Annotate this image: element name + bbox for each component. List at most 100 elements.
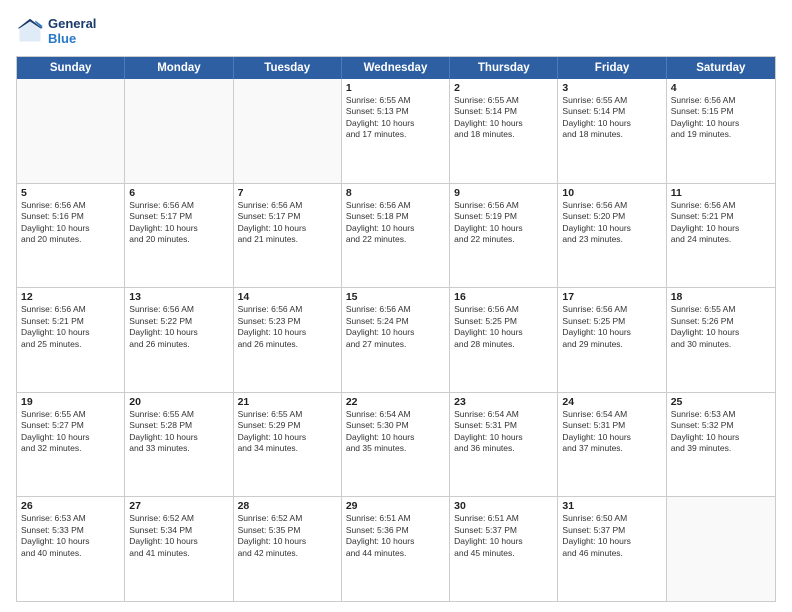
day-cell-9: 9Sunrise: 6:56 AMSunset: 5:19 PMDaylight…	[450, 184, 558, 288]
cell-line: and 22 minutes.	[454, 234, 553, 245]
empty-cell-0-1	[125, 79, 233, 183]
cell-line: Sunrise: 6:54 AM	[346, 409, 445, 420]
day-number: 23	[454, 396, 553, 408]
cell-line: and 37 minutes.	[562, 443, 661, 454]
empty-cell-0-2	[234, 79, 342, 183]
cell-line: Daylight: 10 hours	[129, 536, 228, 547]
day-cell-19: 19Sunrise: 6:55 AMSunset: 5:27 PMDayligh…	[17, 393, 125, 497]
cell-line: Daylight: 10 hours	[454, 432, 553, 443]
cell-line: Sunset: 5:21 PM	[21, 316, 120, 327]
cell-line: and 35 minutes.	[346, 443, 445, 454]
cell-line: Sunset: 5:30 PM	[346, 420, 445, 431]
cell-line: and 26 minutes.	[129, 339, 228, 350]
day-number: 7	[238, 187, 337, 199]
logo: General Blue	[16, 16, 96, 46]
cell-line: and 29 minutes.	[562, 339, 661, 350]
cell-line: and 32 minutes.	[21, 443, 120, 454]
cell-line: Daylight: 10 hours	[454, 118, 553, 129]
cell-line: and 20 minutes.	[129, 234, 228, 245]
cell-line: and 40 minutes.	[21, 548, 120, 559]
day-cell-25: 25Sunrise: 6:53 AMSunset: 5:32 PMDayligh…	[667, 393, 775, 497]
cell-line: and 18 minutes.	[454, 129, 553, 140]
cell-line: Sunrise: 6:56 AM	[238, 200, 337, 211]
cell-line: Daylight: 10 hours	[346, 432, 445, 443]
cell-line: Sunset: 5:37 PM	[562, 525, 661, 536]
cell-line: and 24 minutes.	[671, 234, 771, 245]
calendar-row-2: 12Sunrise: 6:56 AMSunset: 5:21 PMDayligh…	[17, 288, 775, 393]
day-cell-16: 16Sunrise: 6:56 AMSunset: 5:25 PMDayligh…	[450, 288, 558, 392]
cell-line: Daylight: 10 hours	[21, 327, 120, 338]
day-cell-31: 31Sunrise: 6:50 AMSunset: 5:37 PMDayligh…	[558, 497, 666, 601]
cell-line: Daylight: 10 hours	[562, 223, 661, 234]
cell-line: Sunset: 5:36 PM	[346, 525, 445, 536]
calendar-body: 1Sunrise: 6:55 AMSunset: 5:13 PMDaylight…	[17, 79, 775, 601]
cell-line: Sunset: 5:31 PM	[454, 420, 553, 431]
cell-line: Sunset: 5:19 PM	[454, 211, 553, 222]
cell-line: Sunset: 5:29 PM	[238, 420, 337, 431]
day-number: 24	[562, 396, 661, 408]
cell-line: Sunrise: 6:56 AM	[238, 304, 337, 315]
cell-line: and 17 minutes.	[346, 129, 445, 140]
day-number: 9	[454, 187, 553, 199]
day-number: 1	[346, 82, 445, 94]
cell-line: and 19 minutes.	[671, 129, 771, 140]
empty-cell-0-0	[17, 79, 125, 183]
cell-line: Sunrise: 6:54 AM	[562, 409, 661, 420]
cell-line: Sunset: 5:28 PM	[129, 420, 228, 431]
logo-icon	[16, 17, 44, 45]
cell-line: Sunrise: 6:55 AM	[562, 95, 661, 106]
cell-line: and 28 minutes.	[454, 339, 553, 350]
cell-line: and 46 minutes.	[562, 548, 661, 559]
cell-line: and 45 minutes.	[454, 548, 553, 559]
cell-line: and 30 minutes.	[671, 339, 771, 350]
cell-line: Daylight: 10 hours	[238, 223, 337, 234]
header: General Blue	[16, 16, 776, 46]
calendar: SundayMondayTuesdayWednesdayThursdayFrid…	[16, 56, 776, 602]
day-number: 2	[454, 82, 553, 94]
cell-line: Sunset: 5:34 PM	[129, 525, 228, 536]
cell-line: Sunset: 5:33 PM	[21, 525, 120, 536]
cell-line: Sunrise: 6:50 AM	[562, 513, 661, 524]
calendar-row-3: 19Sunrise: 6:55 AMSunset: 5:27 PMDayligh…	[17, 393, 775, 498]
cell-line: Sunrise: 6:56 AM	[671, 200, 771, 211]
cell-line: Sunset: 5:14 PM	[562, 106, 661, 117]
cell-line: Sunset: 5:25 PM	[562, 316, 661, 327]
cell-line: Daylight: 10 hours	[562, 432, 661, 443]
logo-text: General Blue	[48, 16, 96, 46]
cell-line: Daylight: 10 hours	[671, 118, 771, 129]
cell-line: and 41 minutes.	[129, 548, 228, 559]
day-number: 4	[671, 82, 771, 94]
day-number: 11	[671, 187, 771, 199]
cell-line: Sunset: 5:16 PM	[21, 211, 120, 222]
cell-line: and 39 minutes.	[671, 443, 771, 454]
day-number: 28	[238, 500, 337, 512]
day-cell-17: 17Sunrise: 6:56 AMSunset: 5:25 PMDayligh…	[558, 288, 666, 392]
day-cell-3: 3Sunrise: 6:55 AMSunset: 5:14 PMDaylight…	[558, 79, 666, 183]
cell-line: Sunset: 5:24 PM	[346, 316, 445, 327]
cell-line: and 33 minutes.	[129, 443, 228, 454]
calendar-row-0: 1Sunrise: 6:55 AMSunset: 5:13 PMDaylight…	[17, 79, 775, 184]
day-cell-6: 6Sunrise: 6:56 AMSunset: 5:17 PMDaylight…	[125, 184, 233, 288]
day-cell-2: 2Sunrise: 6:55 AMSunset: 5:14 PMDaylight…	[450, 79, 558, 183]
day-number: 26	[21, 500, 120, 512]
day-cell-20: 20Sunrise: 6:55 AMSunset: 5:28 PMDayligh…	[125, 393, 233, 497]
day-cell-22: 22Sunrise: 6:54 AMSunset: 5:30 PMDayligh…	[342, 393, 450, 497]
cell-line: Daylight: 10 hours	[129, 327, 228, 338]
cell-line: and 27 minutes.	[346, 339, 445, 350]
cell-line: Sunrise: 6:56 AM	[454, 200, 553, 211]
cell-line: Sunrise: 6:52 AM	[129, 513, 228, 524]
cell-line: Sunrise: 6:51 AM	[454, 513, 553, 524]
calendar-header: SundayMondayTuesdayWednesdayThursdayFrid…	[17, 57, 775, 79]
cell-line: Daylight: 10 hours	[129, 223, 228, 234]
day-cell-7: 7Sunrise: 6:56 AMSunset: 5:17 PMDaylight…	[234, 184, 342, 288]
cell-line: Daylight: 10 hours	[562, 327, 661, 338]
cell-line: Sunrise: 6:56 AM	[129, 200, 228, 211]
calendar-row-1: 5Sunrise: 6:56 AMSunset: 5:16 PMDaylight…	[17, 184, 775, 289]
day-cell-27: 27Sunrise: 6:52 AMSunset: 5:34 PMDayligh…	[125, 497, 233, 601]
header-day-sunday: Sunday	[17, 57, 125, 79]
cell-line: Sunrise: 6:56 AM	[562, 200, 661, 211]
day-number: 30	[454, 500, 553, 512]
cell-line: Daylight: 10 hours	[562, 118, 661, 129]
cell-line: Sunset: 5:15 PM	[671, 106, 771, 117]
cell-line: Sunrise: 6:55 AM	[454, 95, 553, 106]
